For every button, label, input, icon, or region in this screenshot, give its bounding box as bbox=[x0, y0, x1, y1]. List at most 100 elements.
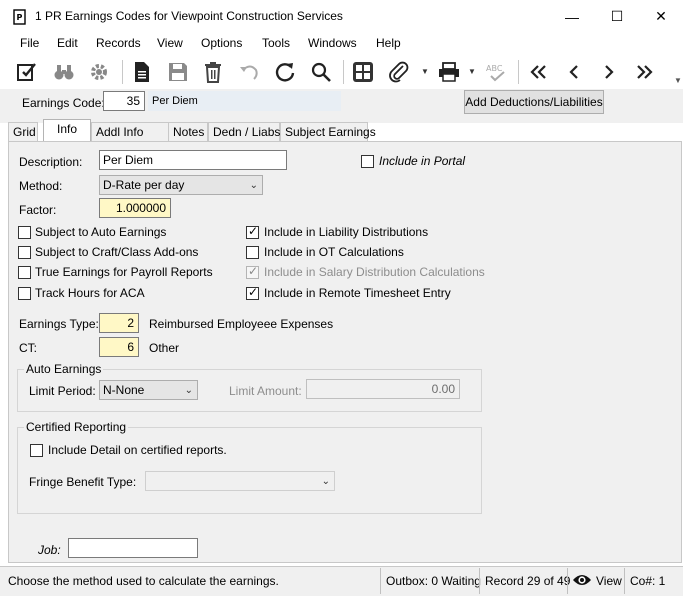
menu-help[interactable]: Help bbox=[376, 36, 401, 50]
earnings-code-input[interactable]: 35 bbox=[103, 91, 145, 111]
method-select[interactable]: D-Rate per day ⌄ bbox=[99, 175, 263, 195]
company-status: Co#: 1 bbox=[630, 574, 666, 588]
description-input[interactable]: Per Diem bbox=[99, 150, 287, 170]
tab-subject-earnings[interactable]: Subject Earnings bbox=[280, 122, 376, 141]
record-status: Record 29 of 49 bbox=[485, 574, 571, 588]
ct-input[interactable]: 6 bbox=[99, 337, 139, 357]
limit-period-selected-value: N-None bbox=[103, 383, 145, 397]
include-ot-calculations-checkbox[interactable] bbox=[246, 246, 259, 259]
track-hours-aca-label: Track Hours for ACA bbox=[35, 286, 145, 300]
subject-to-craft-class-addons-checkbox[interactable] bbox=[18, 246, 31, 259]
menu-windows[interactable]: Windows bbox=[308, 36, 357, 50]
refresh-icon[interactable] bbox=[273, 60, 297, 84]
last-record-icon[interactable] bbox=[633, 60, 657, 84]
save-icon[interactable] bbox=[166, 60, 190, 84]
search-icon[interactable] bbox=[309, 60, 333, 84]
print-dropdown-arrow[interactable]: ▼ bbox=[468, 67, 476, 77]
certified-reporting-title: Certified Reporting bbox=[24, 420, 129, 434]
tab-dedn-liabs[interactable]: Dedn / Liabs bbox=[208, 122, 280, 141]
next-record-icon[interactable] bbox=[597, 60, 621, 84]
tab-grid[interactable]: Grid bbox=[8, 122, 38, 141]
toolbar-overflow-icon[interactable]: ▼ bbox=[674, 76, 682, 85]
attachment-dropdown-arrow[interactable]: ▼ bbox=[421, 67, 429, 77]
undo-icon[interactable] bbox=[237, 60, 261, 84]
previous-record-icon[interactable] bbox=[562, 60, 586, 84]
true-earnings-payroll-reports-checkbox[interactable] bbox=[18, 266, 31, 279]
include-ot-calculations-label: Include in OT Calculations bbox=[264, 245, 404, 259]
limit-amount-label: Limit Amount: bbox=[229, 384, 302, 398]
menu-options[interactable]: Options bbox=[201, 36, 242, 50]
include-detail-certified-label: Include Detail on certified reports. bbox=[48, 443, 227, 457]
maximize-button[interactable]: ☐ bbox=[594, 0, 640, 33]
app-icon: P bbox=[12, 9, 28, 25]
earnings-code-description: Per Diem bbox=[152, 95, 198, 107]
menu-file[interactable]: File bbox=[20, 36, 39, 50]
delete-icon[interactable] bbox=[201, 60, 225, 84]
fringe-benefit-type-label: Fringe Benefit Type: bbox=[29, 475, 137, 489]
include-detail-certified-checkbox[interactable] bbox=[30, 444, 43, 457]
minimize-button[interactable]: — bbox=[549, 0, 595, 33]
svg-text:P: P bbox=[17, 13, 23, 22]
calculator-icon[interactable] bbox=[351, 60, 375, 84]
tab-addl-info[interactable]: Addl Info bbox=[91, 122, 170, 141]
checkmark-icon: ✓ bbox=[248, 264, 259, 278]
checkmark-icon: ✓ bbox=[248, 285, 259, 299]
job-input[interactable] bbox=[68, 538, 198, 558]
factor-input[interactable]: 1.000000 bbox=[99, 198, 171, 218]
auto-earnings-title: Auto Earnings bbox=[24, 362, 104, 376]
status-message: Choose the method used to calculate the … bbox=[8, 574, 279, 588]
factor-label: Factor: bbox=[19, 203, 57, 217]
menu-edit[interactable]: Edit bbox=[57, 36, 78, 50]
earnings-code-label: Earnings Code: bbox=[22, 96, 105, 110]
earnings-type-description: Reimbursed Employeee Expenses bbox=[149, 317, 334, 331]
checkmark-icon: ✓ bbox=[248, 224, 259, 238]
fringe-benefit-type-select[interactable]: ⌄ bbox=[145, 471, 335, 491]
window-title: 1 PR Earnings Codes for Viewpoint Constr… bbox=[35, 9, 343, 23]
menu-records[interactable]: Records bbox=[96, 36, 141, 50]
true-earnings-payroll-reports-label: True Earnings for Payroll Reports bbox=[35, 265, 213, 279]
include-liability-distributions-label: Include in Liability Distributions bbox=[264, 225, 429, 239]
method-selected-value: D-Rate per day bbox=[103, 178, 185, 192]
tab-notes[interactable]: Notes bbox=[168, 122, 208, 141]
menu-tools[interactable]: Tools bbox=[262, 36, 290, 50]
subject-to-auto-earnings-label: Subject to Auto Earnings bbox=[35, 225, 167, 239]
ct-label: CT: bbox=[19, 341, 37, 355]
subject-to-craft-class-addons-label: Subject to Craft/Class Add-ons bbox=[35, 245, 199, 259]
include-remote-timesheet-label: Include in Remote Timesheet Entry bbox=[264, 286, 451, 300]
binoculars-icon[interactable] bbox=[52, 60, 76, 84]
print-icon[interactable] bbox=[437, 60, 461, 84]
include-in-portal-label: Include in Portal bbox=[379, 154, 466, 168]
spellcheck-icon[interactable]: ABC bbox=[484, 60, 508, 84]
document-icon[interactable] bbox=[130, 60, 154, 84]
earnings-type-label: Earnings Type: bbox=[19, 317, 99, 331]
description-label: Description: bbox=[19, 155, 83, 169]
attachment-icon[interactable] bbox=[387, 60, 411, 84]
limit-amount-input[interactable]: 0.00 bbox=[306, 379, 460, 399]
outbox-status: Outbox: 0 Waiting bbox=[386, 574, 481, 588]
earnings-type-input[interactable]: 2 bbox=[99, 313, 139, 333]
svg-text:ABC: ABC bbox=[486, 64, 503, 73]
close-button[interactable]: ✕ bbox=[638, 0, 683, 33]
edit-icon[interactable] bbox=[15, 60, 39, 84]
include-salary-distribution-label: Include in Salary Distribution Calculati… bbox=[264, 265, 485, 279]
view-status[interactable]: View bbox=[596, 574, 622, 588]
tab-info[interactable]: Info bbox=[43, 119, 91, 142]
include-remote-timesheet-checkbox[interactable]: ✓ bbox=[246, 285, 259, 300]
include-liability-distributions-checkbox[interactable]: ✓ bbox=[246, 224, 259, 239]
ct-description: Other bbox=[149, 341, 180, 355]
add-deductions-liabilities-button[interactable]: Add Deductions/Liabilities bbox=[464, 90, 604, 114]
include-in-portal-checkbox[interactable] bbox=[361, 155, 374, 168]
chevron-down-icon: ⌄ bbox=[249, 180, 258, 191]
gear-icon[interactable] bbox=[87, 60, 111, 84]
limit-period-select[interactable]: N-None ⌄ bbox=[99, 380, 198, 400]
subject-to-auto-earnings-checkbox[interactable] bbox=[18, 226, 31, 239]
menu-view[interactable]: View bbox=[157, 36, 183, 50]
track-hours-aca-checkbox[interactable] bbox=[18, 287, 31, 300]
chevron-down-icon: ⌄ bbox=[184, 385, 193, 396]
method-label: Method: bbox=[19, 179, 63, 193]
eye-icon[interactable] bbox=[572, 572, 592, 588]
job-label: Job: bbox=[38, 543, 61, 557]
limit-period-label: Limit Period: bbox=[29, 384, 96, 398]
first-record-icon[interactable] bbox=[526, 60, 550, 84]
include-salary-distribution-checkbox[interactable]: ✓ bbox=[246, 264, 259, 279]
